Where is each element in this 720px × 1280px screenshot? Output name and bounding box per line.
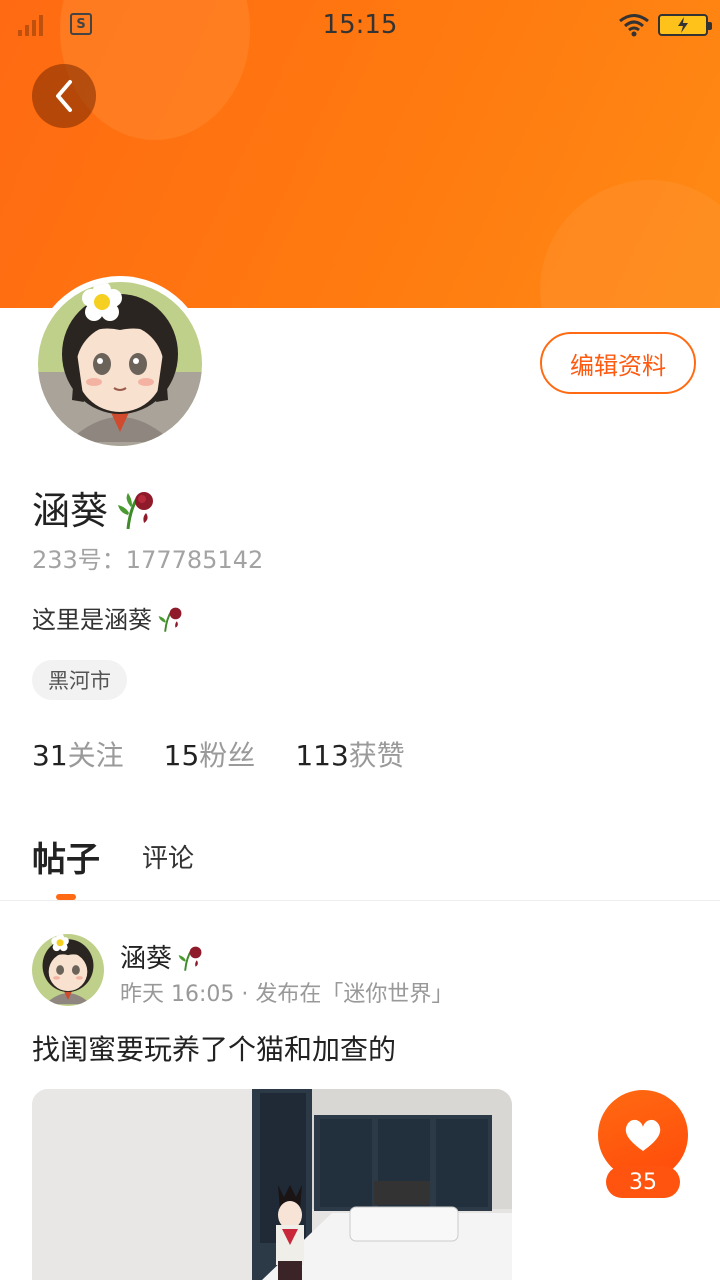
post-image[interactable] bbox=[32, 1089, 512, 1280]
profile-name-row: 涵葵 bbox=[32, 480, 160, 535]
like-count: 35 bbox=[606, 1166, 680, 1198]
wilted-rose-icon bbox=[118, 491, 154, 529]
post-meta: 昨天 16:05 · 发布在「迷你世界」 bbox=[120, 982, 454, 1007]
stat-following-label: 关注 bbox=[67, 739, 124, 772]
stat-followers-label: 粉丝 bbox=[199, 739, 256, 772]
wifi-icon bbox=[619, 14, 649, 37]
stat-followers[interactable]: 15粉丝 bbox=[164, 734, 256, 774]
back-button[interactable] bbox=[32, 64, 96, 128]
stat-following[interactable]: 31关注 bbox=[32, 734, 124, 774]
back-chevron-icon bbox=[56, 80, 72, 112]
stat-likes-label: 获赞 bbox=[348, 739, 405, 772]
edit-profile-button[interactable]: 编辑资料 bbox=[540, 332, 696, 394]
tab-posts[interactable]: 帖子 bbox=[32, 832, 100, 881]
tabs-divider bbox=[0, 900, 720, 901]
heart-icon bbox=[625, 1119, 661, 1151]
profile-stats: 31关注 15粉丝 113获赞 bbox=[32, 734, 405, 774]
user-id: 233号：177785142 bbox=[32, 546, 264, 574]
post-author-name[interactable]: 涵葵 bbox=[120, 938, 172, 975]
profile-name: 涵葵 bbox=[32, 489, 109, 533]
post-text[interactable]: 找闺蜜要玩养了个猫和加查的 bbox=[32, 1028, 396, 1068]
post-author-row: 涵葵 bbox=[120, 938, 206, 975]
stat-likes-num: 113 bbox=[295, 739, 349, 772]
tab-comments[interactable]: 评论 bbox=[142, 838, 194, 875]
status-time: 15:15 bbox=[322, 10, 398, 40]
profile-avatar[interactable] bbox=[32, 276, 208, 452]
stat-likes[interactable]: 113获赞 bbox=[295, 734, 404, 774]
battery-icon bbox=[658, 14, 712, 36]
wilted-rose-icon bbox=[158, 607, 182, 632]
post-author-avatar[interactable] bbox=[32, 934, 104, 1006]
wilted-rose-icon bbox=[178, 946, 202, 971]
profile-bio: 这里是涵葵 bbox=[32, 606, 152, 634]
status-bar: S 15:15 bbox=[0, 0, 720, 52]
profile-bio-row: 这里是涵葵 bbox=[32, 600, 186, 635]
stat-followers-num: 15 bbox=[163, 739, 200, 772]
location-tag: 黑河市 bbox=[32, 660, 127, 700]
stat-following-num: 31 bbox=[32, 739, 68, 772]
